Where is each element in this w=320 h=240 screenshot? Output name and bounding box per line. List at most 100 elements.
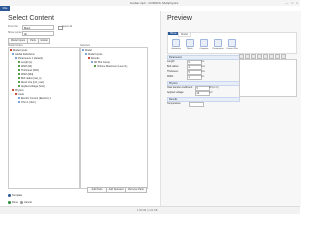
parameter-icon xyxy=(18,81,20,84)
ribbon-compute[interactable]: Compute xyxy=(198,39,210,50)
model-icon xyxy=(82,49,84,52)
tree-item[interactable]: Physics xyxy=(12,89,24,92)
select-content-title: Select Content xyxy=(8,15,54,22)
zoom-in-icon[interactable] xyxy=(239,53,244,59)
current-icon xyxy=(18,97,20,100)
parameter-icon xyxy=(18,65,20,68)
parameters-icon xyxy=(214,39,222,47)
select-content-panel: Select Content From file: Blank Select a… xyxy=(0,11,150,206)
minimize-button[interactable]: — xyxy=(285,1,288,5)
physics-row: Heat transfer coefficient: 5 W/(m²·K) xyxy=(167,86,219,91)
ribbon-parameters[interactable]: Parameters xyxy=(212,39,224,50)
memory-status: 1.06 GB | 1.22 GB xyxy=(137,209,158,212)
ribbon-current-plot[interactable]: Current Plot xyxy=(226,39,238,50)
close-button[interactable]: × xyxy=(296,1,298,5)
tree-item[interactable]: Bolt radius [rad_1] xyxy=(18,77,41,80)
ribbon-geometry[interactable]: Geometry xyxy=(170,39,182,50)
param-row: Width: 1 cm xyxy=(167,75,204,80)
tree-item[interactable]: Model xyxy=(82,49,92,52)
ribbon-tab-model[interactable]: Model xyxy=(178,32,191,37)
ohm-icon xyxy=(18,101,20,104)
add-parts-button[interactable]: Add Parts xyxy=(87,187,107,193)
tree-item[interactable]: Width [W] xyxy=(18,65,32,68)
select-icon[interactable] xyxy=(269,53,274,59)
tree-item[interactable]: Results xyxy=(88,57,99,60)
from-label: From file: xyxy=(8,25,19,28)
cancel-icon xyxy=(20,201,23,204)
param-unit: cm xyxy=(201,60,205,63)
zoom-out-icon[interactable] xyxy=(245,53,250,59)
preview-panel: Preview Home Model Geometry Mesh Compute… xyxy=(160,11,301,206)
graphics-toolbar xyxy=(239,53,295,59)
physics-row: Applied voltage: 20 mV xyxy=(167,91,213,96)
selected-tree[interactable]: Model Model Inputs Results 3D Plot Group… xyxy=(80,47,148,189)
global-button[interactable]: Global xyxy=(38,38,50,44)
results-icon xyxy=(88,57,90,60)
parameter-icon xyxy=(18,77,20,80)
param-row: Thickness: 5 mm xyxy=(167,70,205,75)
tree-item[interactable]: Length [L] xyxy=(18,61,32,64)
rotate-icon[interactable] xyxy=(257,53,262,59)
tree-item[interactable]: Model Inputs xyxy=(10,49,27,52)
compute-icon xyxy=(200,39,208,47)
parameter-icon xyxy=(18,85,20,88)
physics-icon xyxy=(12,89,14,92)
parameter-icon xyxy=(18,61,20,64)
tree-item[interactable]: Applied voltage [Vtot] xyxy=(18,85,45,88)
remove-parts-button[interactable]: Remove Parts xyxy=(125,187,147,193)
parameter-icon xyxy=(18,69,20,72)
folder-icon xyxy=(10,49,12,52)
tree-item[interactable]: 3D Plot Group xyxy=(91,61,110,64)
param-input[interactable]: 1 xyxy=(187,75,202,80)
results-label: Temperature: xyxy=(167,102,182,105)
view-icon[interactable] xyxy=(275,53,280,59)
model-tree[interactable]: Model Inputs Global Definitions Paramete… xyxy=(8,47,80,189)
tree-item[interactable]: Joule xyxy=(15,93,24,96)
print-icon[interactable] xyxy=(281,53,286,59)
window-controls: — □ × xyxy=(285,1,298,5)
globe-icon xyxy=(12,53,14,56)
physics-input[interactable]: 20 xyxy=(195,91,210,96)
results-value xyxy=(189,102,204,107)
parameter-icon xyxy=(18,73,20,76)
status-bar: 1.06 GB | 1.22 GB xyxy=(0,206,300,214)
preview-ribbon: Home Model Geometry Mesh Compute Paramet… xyxy=(167,32,297,54)
cancel-button[interactable]: Cancel xyxy=(20,201,32,204)
physics-label: Applied voltage: xyxy=(167,91,185,94)
tree-item[interactable]: Electric Current (Electric) 1 xyxy=(18,97,51,100)
physics-icon xyxy=(15,93,17,96)
param-label: Bolt radius: xyxy=(167,65,179,68)
preview-title: Preview xyxy=(167,15,192,22)
zoom-extents-icon[interactable] xyxy=(251,53,256,59)
tree-item[interactable]: Mesh size [mh_max] xyxy=(18,81,44,84)
ribbon-mesh[interactable]: Mesh xyxy=(184,39,196,50)
template-link[interactable]: Template xyxy=(8,194,22,197)
tree-item[interactable]: Model Inputs xyxy=(85,53,102,56)
from-value: Blank xyxy=(24,27,31,30)
plot-icon xyxy=(228,39,236,47)
physics-unit: W/(m²·K) xyxy=(209,86,219,89)
results-row: Temperature: xyxy=(167,102,204,107)
tree-item[interactable]: Volume Maximum (Level 1) xyxy=(94,65,127,68)
graphics-viewport[interactable] xyxy=(239,59,297,97)
param-label: Length: xyxy=(167,60,175,63)
show-content-select[interactable]: All xyxy=(22,31,54,36)
from-field[interactable]: Blank xyxy=(22,25,54,30)
inputs-icon xyxy=(85,53,87,56)
tree-item[interactable]: Global Definitions xyxy=(12,53,35,56)
show-content-value: All xyxy=(24,33,27,36)
pan-icon[interactable] xyxy=(263,53,268,59)
param-label: Thickness: xyxy=(167,70,179,73)
tree-item[interactable]: Ohm 1 (ohm) xyxy=(18,101,36,104)
add-selected-button[interactable]: Add Selected xyxy=(106,187,126,193)
geometry-icon xyxy=(172,39,180,47)
mesh-icon xyxy=(186,39,194,47)
tree-item[interactable]: Parameters 1 (default) xyxy=(15,57,43,60)
tree-item[interactable]: Thickness [Wth] xyxy=(18,69,39,72)
done-button[interactable]: Done xyxy=(8,201,18,204)
param-label: Width: xyxy=(167,75,174,78)
parameters-icon xyxy=(15,57,17,60)
param-unit: cm xyxy=(201,75,205,78)
maximize-button[interactable]: □ xyxy=(291,1,293,5)
tree-item[interactable]: Width [Wd] xyxy=(18,73,33,76)
